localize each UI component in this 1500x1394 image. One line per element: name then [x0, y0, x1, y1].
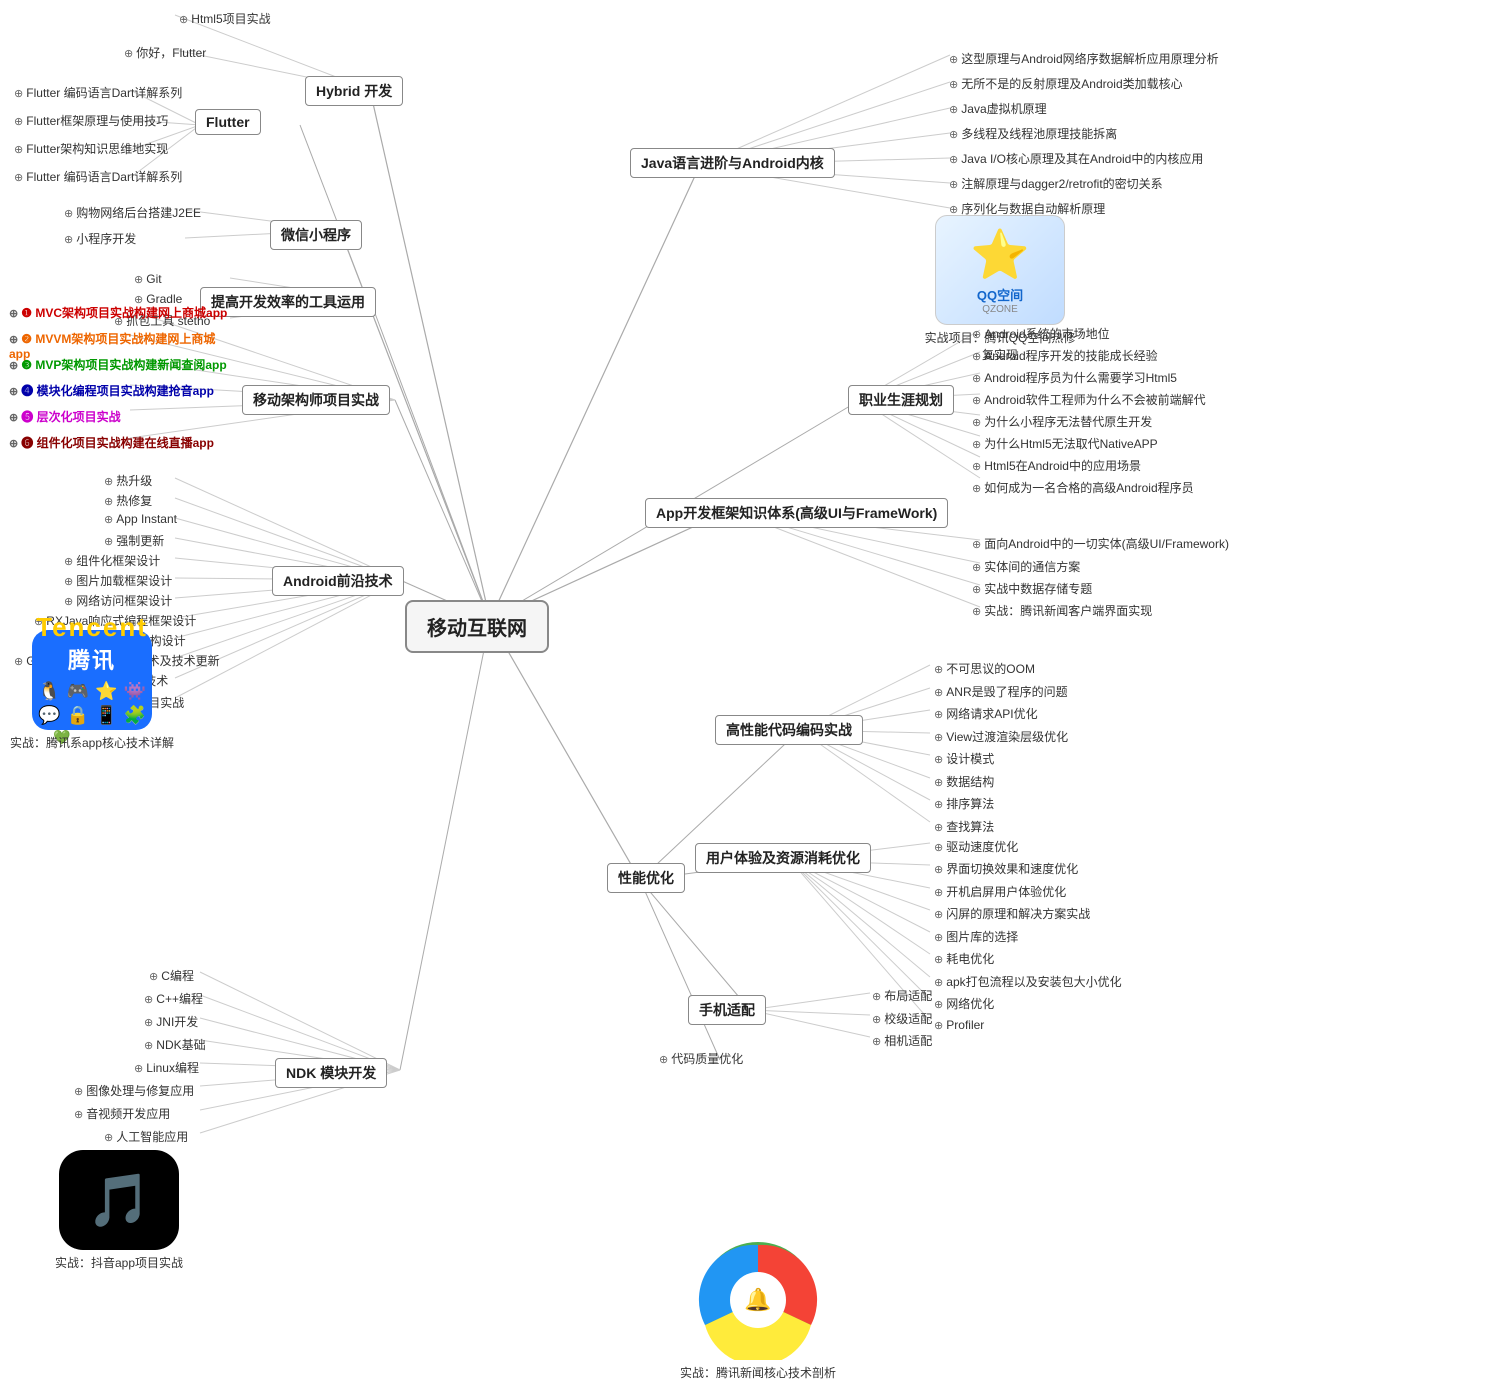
leaf-hotupgrade: 热升级 — [100, 470, 156, 491]
leaf-news-ui: 实战：腾讯新闻客户端界面实现 — [968, 600, 1156, 621]
qq-news-label: 实战：腾讯新闻核心技术剖析 — [680, 1364, 836, 1381]
branch-performance[interactable]: 性能优化 — [607, 863, 685, 893]
leaf-html5-native: 为什么Html5无法取代NativeAPP — [968, 433, 1162, 454]
branch-app-framework[interactable]: App开发框架知识体系(高级UI与FrameWork) — [645, 498, 948, 528]
leaf-search: 查找算法 — [930, 816, 998, 837]
leaf-boot: 开机启屏用户体验优化 — [930, 881, 1070, 902]
leaf-data-structure: 数据结构 — [930, 771, 998, 792]
leaf-network-opt: 网络优化 — [930, 993, 998, 1014]
branch-flutter[interactable]: Flutter — [195, 109, 261, 135]
leaf-git: Git — [130, 270, 166, 288]
leaf-ui-switch: 界面切换效果和速度优化 — [930, 858, 1082, 879]
branch-hybrid[interactable]: Hybrid 开发 — [305, 76, 403, 106]
leaf-android-frontend: Android软件工程师为什么不会被前端解代 — [968, 389, 1210, 410]
leaf-mini-native: 为什么小程序无法替代原生开发 — [968, 411, 1156, 432]
leaf-image-lib: 图片库的选择 — [930, 926, 1022, 947]
branch-java-android[interactable]: Java语言进阶与Android内核 — [630, 148, 835, 178]
leaf-view-opt: View过渡渲染层级优化 — [930, 726, 1072, 747]
leaf-mvp: ❸ MVP架构项目实战构建新闻查阅app — [5, 354, 235, 375]
leaf-comm-plan: 实体间的通信方案 — [968, 556, 1084, 577]
tencent-label: 实战：腾讯系app核心技术详解 — [10, 734, 174, 751]
leaf-jvm: Java虚拟机原理 — [945, 98, 1051, 119]
svg-text:🔔: 🔔 — [744, 1287, 771, 1312]
leaf-sort: 排序算法 — [930, 793, 998, 814]
leaf-layout-compat: 布局适配 — [868, 985, 936, 1006]
leaf-ai: 人工智能应用 — [100, 1126, 192, 1147]
tiktok-logo: 🎵 — [59, 1150, 179, 1250]
leaf-flutter-hello: 你好，Flutter — [120, 42, 210, 63]
tencent-logo: Tencent 腾讯 🐧🎮⭐👾 💬🔒📱🧩 💚微信支付 — [32, 630, 152, 730]
leaf-data-storage: 实战中数据存储专题 — [968, 578, 1096, 599]
branch-android-frontier[interactable]: Android前沿技术 — [272, 566, 404, 596]
leaf-c: C编程 — [145, 965, 198, 986]
leaf-annotation: 注解原理与dagger2/retrofit的密切关系 — [945, 173, 1167, 194]
branch-wechat[interactable]: 微信小程序 — [270, 220, 362, 250]
leaf-splash: 闪屏的原理和解决方案实战 — [930, 903, 1094, 924]
leaf-android-market: Android系统的市场地位 — [968, 323, 1114, 344]
leaf-android-skill: Android程序开发的技能成长经验 — [968, 345, 1162, 366]
leaf-image-loader: 图片加载框架设计 — [60, 570, 176, 591]
leaf-force-update: 强制更新 — [100, 530, 168, 551]
leaf-android-entity: 面向Android中的一切实体(高级UI/Framework) — [968, 533, 1233, 554]
branch-perf-code[interactable]: 高性能代码编码实战 — [715, 715, 863, 745]
leaf-cpp: C++编程 — [140, 988, 207, 1009]
leaf-flutter-framework: Flutter框架原理与使用技巧 — [10, 110, 172, 131]
leaf-anr: ANR是毁了程序的问题 — [930, 681, 1072, 702]
leaf-camera-compat: 相机适配 — [868, 1030, 936, 1051]
leaf-flutter-dart2: Flutter 编码语言Dart详解系列 — [10, 166, 186, 187]
leaf-oom: 不可思议的OOM — [930, 658, 1039, 679]
leaf-apk: apk打包流程以及安装包大小优化 — [930, 971, 1126, 992]
leaf-android-html5: Android程序员为什么需要学习Html5 — [968, 367, 1181, 388]
leaf-network-design: 网络访问框架设计 — [60, 590, 176, 611]
center-node[interactable]: 移动互联网 — [405, 600, 549, 653]
connection-lines — [0, 0, 1500, 1394]
tiktok-image-node: 🎵 实战：抖音app项目实战 — [55, 1150, 183, 1271]
leaf-hotfix: 热修复 — [100, 490, 156, 511]
leaf-app-instant: App Instant — [100, 510, 181, 528]
leaf-ndk-base: NDK基础 — [140, 1034, 210, 1055]
leaf-io: Java I/O核心原理及其在Android中的内核应用 — [945, 148, 1207, 169]
leaf-anim-opt: 驱动速度优化 — [930, 836, 1022, 857]
mind-map: 移动互联网 Hybrid 开发 Html5项目实战 你好，Flutter Flu… — [0, 0, 1500, 1394]
leaf-code-quality: 代码质量优化 — [655, 1048, 747, 1069]
branch-ndk[interactable]: NDK 模块开发 — [275, 1058, 387, 1088]
leaf-modular: ❹ 模块化编程项目实战构建抢音app — [5, 380, 235, 401]
leaf-thread: 多线程及线程池原理技能拆离 — [945, 123, 1121, 144]
leaf-layered: ❺ 层次化项目实战 — [5, 406, 235, 427]
leaf-component-design: 组件化框架设计 — [60, 550, 164, 571]
leaf-html5: Html5项目实战 — [175, 8, 275, 29]
leaf-battery: 耗电优化 — [930, 948, 998, 969]
leaf-component: ❻ 组件化项目实战构建在线直播app — [5, 432, 235, 453]
leaf-profiler: Profiler — [930, 1016, 988, 1034]
qq-space-logo: ⭐ QQ空间 QZONE — [935, 215, 1065, 325]
leaf-flutter-dart: Flutter 编码语言Dart详解系列 — [10, 82, 186, 103]
leaf-video: 音视频开发应用 — [70, 1103, 174, 1124]
leaf-design-pattern: 设计模式 — [930, 748, 998, 769]
qq-news-logo: 🔔 — [693, 1240, 823, 1360]
leaf-html5-android: Html5在Android中的应用场景 — [968, 455, 1145, 476]
leaf-reflect: 无所不是的反射原理及Android类加载核心 — [945, 73, 1187, 94]
branch-user-exp[interactable]: 用户体验及资源消耗优化 — [695, 843, 871, 873]
branch-career[interactable]: 职业生涯规划 — [848, 385, 954, 415]
tencent-image-node: Tencent 腾讯 🐧🎮⭐👾 💬🔒📱🧩 💚微信支付 实战：腾讯系app核心技术… — [10, 630, 174, 751]
qq-news-image-node: 🔔 实战：腾讯新闻核心技术剖析 — [680, 1240, 836, 1381]
tiktok-label: 实战：抖音app项目实战 — [55, 1254, 183, 1271]
leaf-shop-j2ee: 购物网络后台搭建J2EE — [60, 202, 205, 223]
leaf-flutter-mindmap: Flutter架构知识思维地实现 — [10, 138, 172, 159]
leaf-mini-prog: 小程序开发 — [60, 228, 140, 249]
leaf-linux: Linux编程 — [130, 1057, 203, 1078]
leaf-image-proc: 图像处理与修复应用 — [70, 1080, 198, 1101]
leaf-jni: JNI开发 — [140, 1011, 202, 1032]
leaf-senior-dev: 如何成为一名合格的高级Android程序员 — [968, 477, 1198, 498]
leaf-mvc: ❶ MVC架构项目实战构建网上商城app — [5, 302, 235, 323]
branch-phone-compat[interactable]: 手机适配 — [688, 995, 766, 1025]
leaf-network-parse: 这型原理与Android网络序数据解析应用原理分析 — [945, 48, 1223, 69]
leaf-level-compat: 校级适配 — [868, 1008, 936, 1029]
leaf-api-opt: 网络请求API优化 — [930, 703, 1042, 724]
branch-arch[interactable]: 移动架构师项目实战 — [242, 385, 390, 415]
